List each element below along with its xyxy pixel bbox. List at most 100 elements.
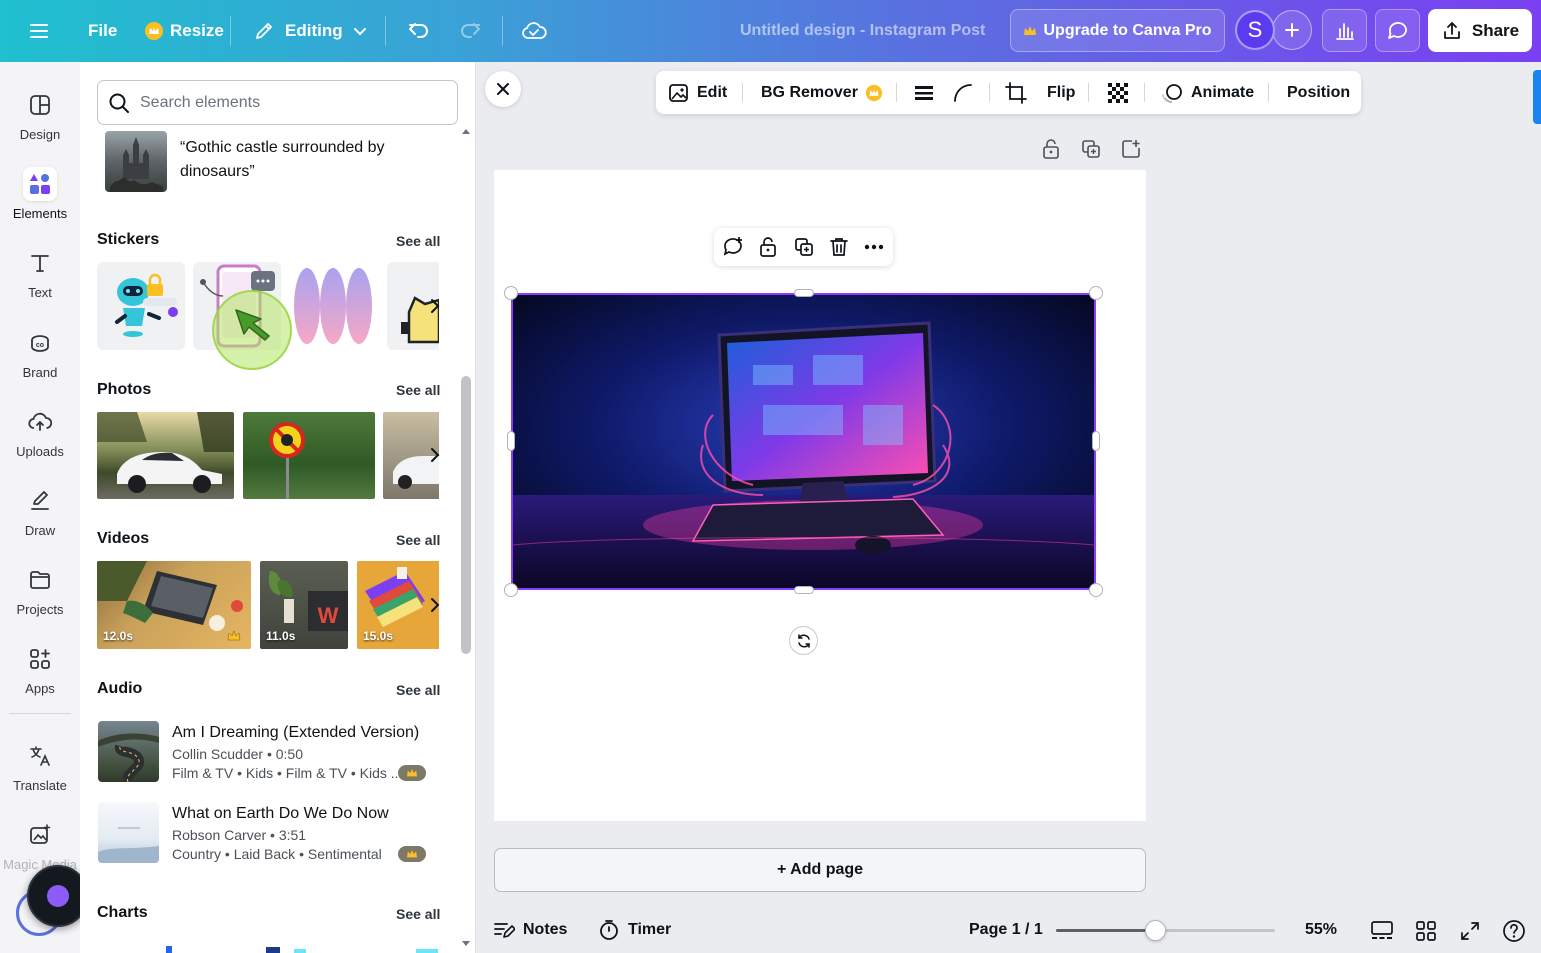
audio-see-all-link[interactable]: See all bbox=[396, 682, 440, 698]
resize-handle-left[interactable] bbox=[507, 431, 515, 451]
position-label: Position bbox=[1287, 83, 1351, 101]
resize-button[interactable]: Resize bbox=[144, 0, 224, 62]
menu-icon[interactable] bbox=[28, 0, 50, 62]
photos-next-button[interactable] bbox=[423, 443, 447, 467]
avatar[interactable]: S bbox=[1235, 10, 1275, 50]
notes-button[interactable]: Notes bbox=[493, 910, 567, 950]
rotate-handle[interactable] bbox=[789, 626, 818, 655]
rail-item-translate[interactable]: Translate bbox=[0, 733, 80, 803]
right-panel-tab[interactable] bbox=[1533, 70, 1541, 124]
castle-image bbox=[110, 137, 163, 192]
rail-label: Projects bbox=[16, 602, 64, 617]
ai-suggestion-text[interactable]: “Gothic castle surrounded by dinosaurs” bbox=[180, 136, 440, 184]
selected-image[interactable] bbox=[511, 293, 1096, 590]
file-menu[interactable]: File bbox=[88, 0, 117, 62]
close-panel-button[interactable] bbox=[485, 71, 521, 107]
help-button[interactable] bbox=[1501, 918, 1527, 944]
zoom-slider-knob[interactable] bbox=[1145, 920, 1166, 941]
document-title[interactable]: Untitled design - Instagram Post bbox=[740, 0, 985, 62]
position-button[interactable]: Position bbox=[1287, 71, 1350, 114]
comments-button[interactable] bbox=[1375, 9, 1420, 52]
undo-button[interactable] bbox=[407, 0, 431, 62]
resize-handle-top-right[interactable] bbox=[1089, 286, 1103, 300]
audio-thumbnail[interactable] bbox=[98, 802, 159, 863]
upgrade-button[interactable]: Upgrade to Canva Pro bbox=[1010, 9, 1225, 52]
photo-white-car[interactable] bbox=[97, 412, 234, 499]
resize-handle-top-left[interactable] bbox=[504, 286, 518, 300]
video-item[interactable]: 12.0s bbox=[97, 561, 251, 649]
grid-view-button[interactable] bbox=[1413, 918, 1439, 944]
layout-icon bbox=[30, 95, 50, 115]
timer-label: Timer bbox=[628, 921, 672, 938]
duplicate-icon bbox=[1082, 140, 1100, 158]
redo-button[interactable] bbox=[458, 0, 482, 62]
divider bbox=[1268, 83, 1269, 102]
zoom-level-button[interactable]: 55% bbox=[1305, 910, 1337, 950]
resize-handle-top[interactable] bbox=[794, 289, 814, 297]
editing-mode-dropdown[interactable]: Editing bbox=[253, 0, 367, 62]
invite-button[interactable] bbox=[1272, 10, 1312, 50]
resize-handle-right[interactable] bbox=[1092, 431, 1100, 451]
lock-page-button[interactable] bbox=[1040, 138, 1062, 160]
flip-button[interactable]: Flip bbox=[1047, 71, 1075, 114]
photos-see-all-link[interactable]: See all bbox=[396, 382, 440, 398]
videos-next-button[interactable] bbox=[423, 593, 447, 617]
audio-title[interactable]: What on Earth Do We Do Now bbox=[172, 805, 389, 823]
bg-remover-button[interactable]: BG Remover bbox=[761, 71, 883, 114]
pages-view-button[interactable] bbox=[1369, 918, 1395, 944]
transparency-button[interactable] bbox=[1107, 71, 1129, 114]
rail-item-uploads[interactable]: Uploads bbox=[0, 399, 80, 469]
save-status-button[interactable] bbox=[521, 0, 547, 62]
crop-button[interactable] bbox=[1004, 71, 1028, 114]
unlock-icon bbox=[760, 237, 776, 257]
rail-item-brand[interactable]: co Brand bbox=[0, 320, 80, 390]
rail-item-projects[interactable]: Projects bbox=[0, 557, 80, 627]
lock-element-button[interactable] bbox=[756, 235, 780, 259]
divider bbox=[502, 16, 503, 46]
sticker-gradient-shapes[interactable] bbox=[289, 262, 377, 350]
fullscreen-button[interactable] bbox=[1457, 918, 1483, 944]
duplicate-element-button[interactable] bbox=[792, 235, 816, 259]
timer-button[interactable]: Timer bbox=[598, 910, 671, 950]
rail-item-elements[interactable]: Elements bbox=[0, 161, 80, 231]
delete-element-button[interactable] bbox=[827, 235, 851, 259]
scroll-up-icon[interactable] bbox=[462, 128, 470, 134]
photo-no-sign[interactable] bbox=[243, 412, 375, 499]
search-box[interactable] bbox=[97, 80, 458, 125]
resize-handle-bottom-right[interactable] bbox=[1089, 583, 1103, 597]
charts-see-all-link[interactable]: See all bbox=[396, 906, 440, 922]
divider bbox=[1088, 83, 1089, 102]
page-indicator[interactable]: Page 1 / 1 bbox=[969, 910, 1043, 950]
sticker-more-button[interactable] bbox=[251, 271, 275, 291]
scroll-thumb[interactable] bbox=[461, 376, 471, 654]
edit-image-button[interactable]: Edit bbox=[668, 71, 727, 114]
audio-thumbnail[interactable] bbox=[98, 721, 159, 782]
more-options-button[interactable] bbox=[862, 235, 886, 259]
rail-item-design[interactable]: Design bbox=[0, 82, 80, 152]
comment-add-button[interactable] bbox=[721, 235, 745, 259]
insights-button[interactable] bbox=[1322, 9, 1367, 52]
share-button[interactable]: Share bbox=[1428, 9, 1532, 52]
duplicate-page-button[interactable] bbox=[1080, 138, 1102, 160]
audio-title[interactable]: Am I Dreaming (Extended Version) bbox=[172, 724, 419, 742]
rail-item-apps[interactable]: Apps bbox=[0, 636, 80, 706]
resize-handle-bottom-left[interactable] bbox=[504, 583, 518, 597]
panel-scrollbar[interactable] bbox=[459, 126, 475, 953]
resize-handle-bottom[interactable] bbox=[794, 586, 814, 594]
rail-item-draw[interactable]: Draw bbox=[0, 478, 80, 548]
search-input[interactable] bbox=[140, 93, 440, 112]
cloud-check-icon bbox=[522, 22, 547, 39]
videos-see-all-link[interactable]: See all bbox=[396, 532, 440, 548]
animate-button[interactable]: Animate bbox=[1160, 71, 1254, 114]
add-page-button[interactable]: + Add page bbox=[494, 848, 1146, 892]
corner-rounding-button[interactable] bbox=[952, 71, 974, 114]
ai-suggestion-thumbnail[interactable] bbox=[105, 131, 167, 192]
border-style-button[interactable] bbox=[913, 71, 935, 114]
stickers-next-button[interactable] bbox=[423, 294, 447, 318]
rail-item-text[interactable]: Text bbox=[0, 240, 80, 310]
video-item[interactable]: W 11.0s bbox=[260, 561, 348, 649]
stickers-see-all-link[interactable]: See all bbox=[396, 233, 440, 249]
add-page-icon-button[interactable] bbox=[1120, 138, 1142, 160]
scroll-down-icon[interactable] bbox=[462, 941, 470, 947]
sticker-robot[interactable] bbox=[97, 262, 185, 350]
